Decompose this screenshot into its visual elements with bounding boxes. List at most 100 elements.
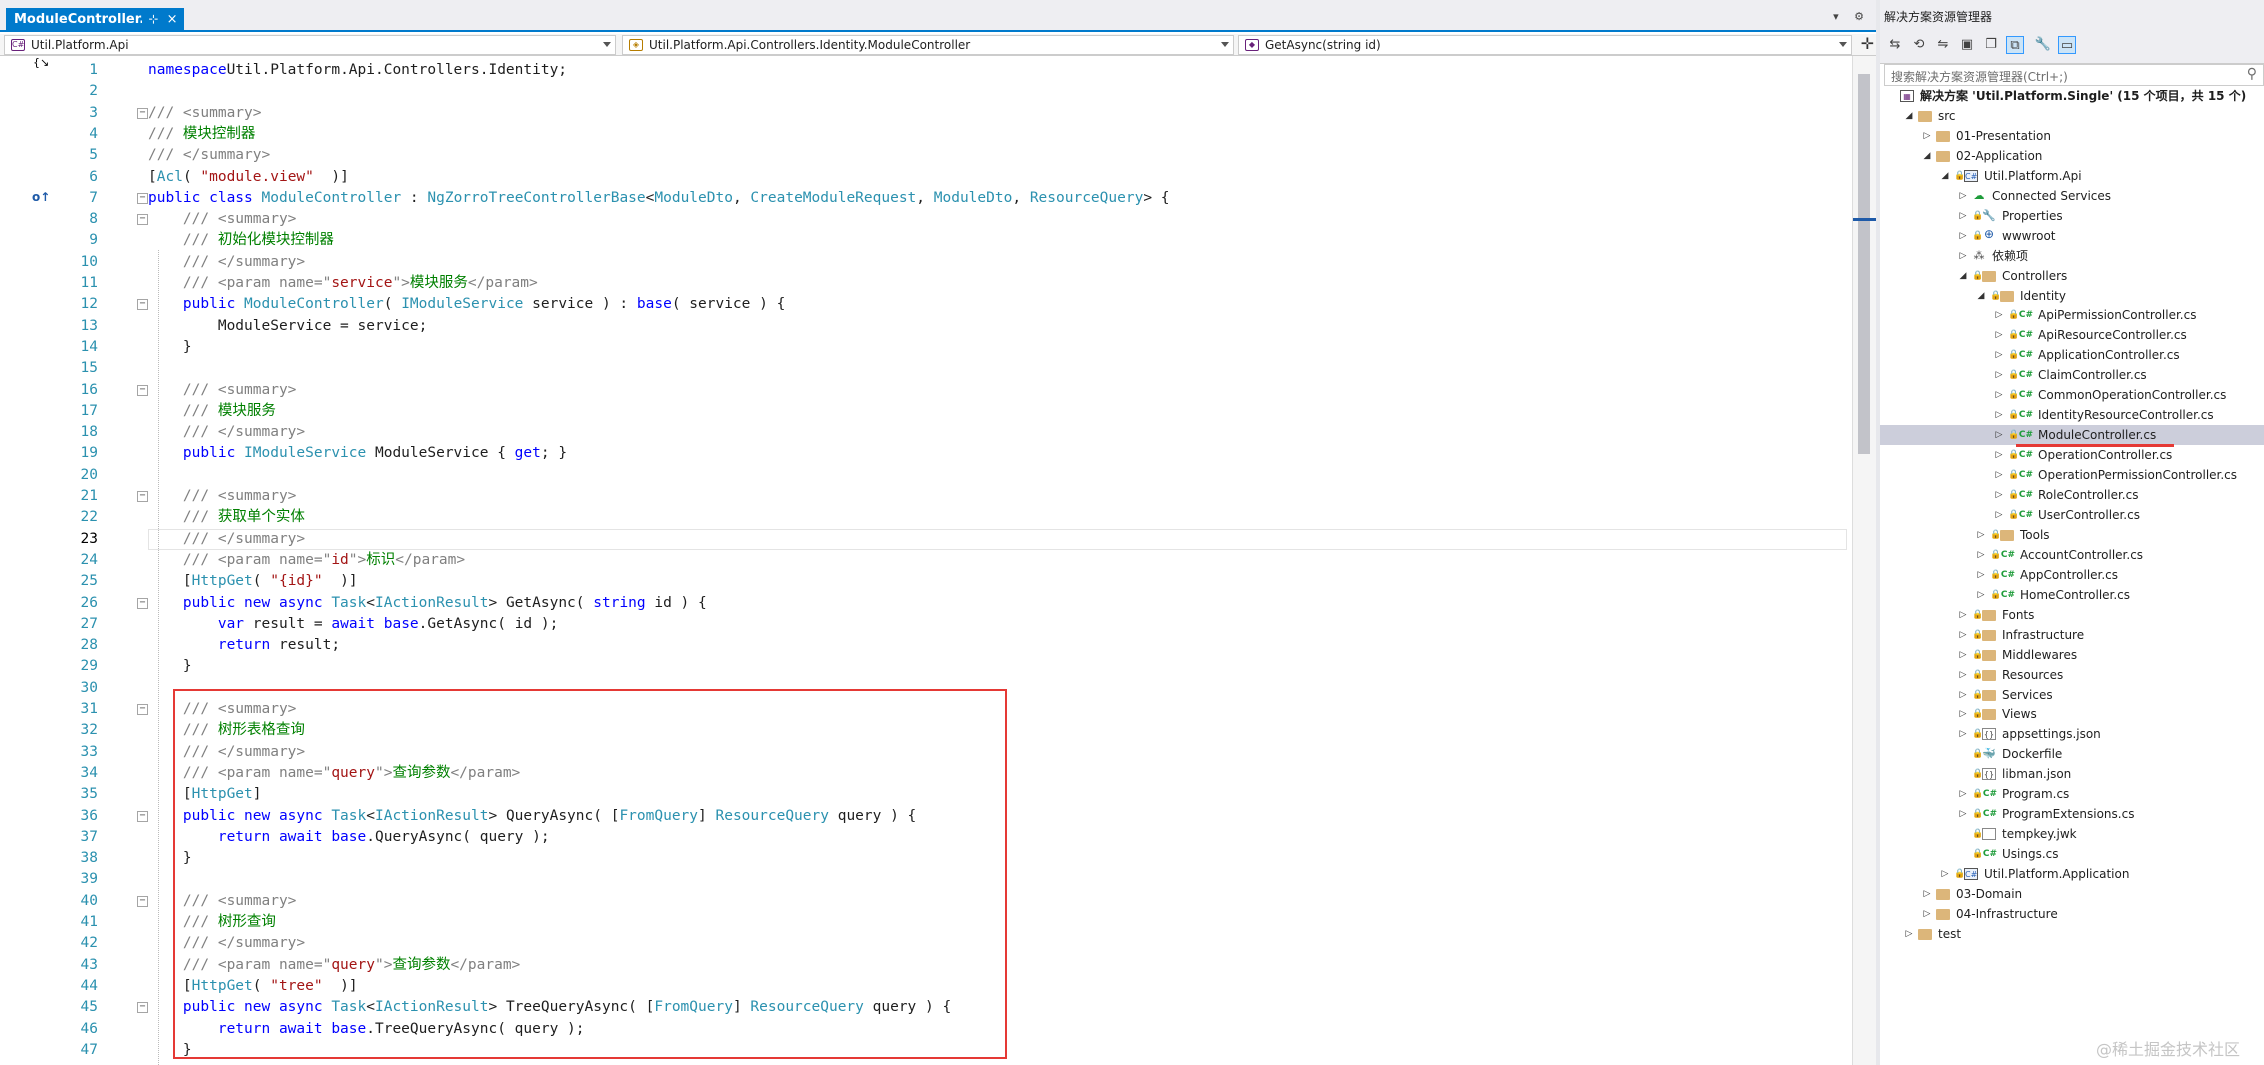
code-line[interactable]: 6 [Acl( "module.view" )] [0,167,1852,188]
preview-icon[interactable]: ▭ [2058,36,2076,54]
tree-item[interactable]: ▷ 01-Presentation [1880,126,2264,146]
tree-item[interactable]: ◢ 🔒 Identity [1880,286,2264,306]
collapsed-arrow-icon[interactable]: ▷ [1994,405,2004,425]
tree-item[interactable]: ▷ 🔒 C# AccountController.cs [1880,545,2264,565]
tree-item[interactable]: 🔒{} libman.json [1880,764,2264,784]
tree-item[interactable]: 🔒 C# Usings.cs [1880,844,2264,864]
expanded-arrow-icon[interactable]: ◢ [1958,266,1968,286]
collapsed-arrow-icon[interactable]: ▷ [1994,505,2004,525]
pin-icon[interactable]: ⊹ [147,12,161,26]
code-line[interactable]: 16 − /// <summary> [0,380,1852,401]
code-line[interactable]: 19 public IModuleService ModuleService {… [0,443,1852,464]
tree-item[interactable]: 🔒 tempkey.jwk [1880,824,2264,844]
collapsed-arrow-icon[interactable]: ▷ [1958,784,1968,804]
tree-item[interactable]: ▷ 🔒 C# OperationPermissionController.cs [1880,465,2264,485]
tree-item[interactable]: ▷ 🔒 Middlewares [1880,645,2264,665]
member-dropdown[interactable]: ◆ GetAsync(string id) [1238,35,1852,55]
tree-item[interactable]: ◢ 02-Application [1880,146,2264,166]
tree-item[interactable]: ▷ 🔒 C# UserController.cs [1880,505,2264,525]
fold-toggle-icon[interactable]: − [137,895,148,907]
fold-toggle-icon[interactable]: − [137,214,148,226]
tree-item[interactable]: ▷ 🔒 C# ApiPermissionController.cs [1880,305,2264,325]
tree-item[interactable]: ▷ 🔒 C# ProgramExtensions.cs [1880,804,2264,824]
tree-item-selected[interactable]: ▷ 🔒 C# ModuleController.cs [1880,425,2264,446]
tab-modulecontroller[interactable]: ModuleController.cs ⊹ × [6,8,184,32]
tree-item[interactable]: ▷ 🔒{} appsettings.json [1880,724,2264,744]
collapsed-arrow-icon[interactable]: ▷ [1994,385,2004,405]
split-editor-icon[interactable]: ✛ [1861,36,1874,52]
fold-toggle-icon[interactable]: − [137,1002,148,1014]
fold-toggle-icon[interactable]: − [137,384,148,396]
tree-item[interactable]: ▷ 🔒 C# CommonOperationController.cs [1880,385,2264,405]
collapsed-arrow-icon[interactable]: ▷ [1994,465,2004,485]
collapsed-arrow-icon[interactable]: ▷ [1958,665,1968,685]
code-line[interactable]: 21 − /// <summary> [0,486,1852,507]
collapsed-arrow-icon[interactable]: ▷ [1958,804,1968,824]
collapsed-arrow-icon[interactable]: ▷ [1994,305,2004,325]
tree-item[interactable]: ▷ 🔒 C# Program.cs [1880,784,2264,804]
tree-item[interactable]: ▷ ☁ Connected Services [1880,186,2264,206]
code-line[interactable]: 10 /// </summary> [0,252,1852,273]
collapsed-arrow-icon[interactable]: ▷ [1958,724,1968,744]
collapsed-arrow-icon[interactable]: ▷ [1976,565,1986,585]
code-line[interactable]: 20 [0,465,1852,486]
collapsed-arrow-icon[interactable]: ▷ [1958,704,1968,724]
close-icon[interactable]: × [165,12,179,27]
fold-toggle-icon[interactable]: − [137,810,148,822]
collapsed-arrow-icon[interactable]: ▷ [1994,425,2004,445]
code-line[interactable]: 7− public class ModuleController : NgZorr… [0,188,1852,209]
code-line[interactable]: 13 ModuleService = service; [0,316,1852,337]
code-line[interactable]: 27 var result = await base.GetAsync( id … [0,614,1852,635]
properties-icon[interactable]: 🔧 [2034,36,2052,54]
tab-overflow-icon[interactable]: ▾ ⚙ [1833,10,1870,23]
tree-item[interactable]: ▷ 🔒 Fonts [1880,605,2264,625]
collapsed-arrow-icon[interactable]: ▷ [1958,226,1968,246]
code-line[interactable]: 12 − public ModuleController( IModuleServ… [0,294,1852,315]
expanded-arrow-icon[interactable]: ◢ [1922,146,1932,166]
code-line[interactable]: 5 /// </summary> [0,145,1852,166]
code-line[interactable]: 4 /// 模块控制器 [0,124,1852,145]
code-line[interactable]: 25 [HttpGet( "{id}" )] [0,571,1852,592]
collapsed-arrow-icon[interactable]: ▷ [1958,206,1968,226]
collapsed-arrow-icon[interactable]: ▷ [1994,345,2004,365]
collapsed-arrow-icon[interactable]: ▷ [1904,924,1914,944]
collapsed-arrow-icon[interactable]: ▷ [1994,365,2004,385]
collapse-icon[interactable]: ▣ [1958,36,1976,54]
copy-icon[interactable]: ❐ [1982,36,2000,54]
tree-item[interactable]: ◢ src [1880,106,2264,126]
code-line[interactable]: 28 return result; [0,635,1852,656]
tree-item[interactable]: ▷ 🔒 🔧 Properties [1880,206,2264,226]
tree-item[interactable]: ▷ 🔒 C# OperationController.cs [1880,445,2264,465]
tree-item[interactable]: ▷ 04-Infrastructure [1880,904,2264,924]
collapsed-arrow-icon[interactable]: ▷ [1976,585,1986,605]
tree-item[interactable]: ▷ 🔒 Services [1880,685,2264,705]
collapsed-arrow-icon[interactable]: ▷ [1958,246,1968,266]
collapsed-arrow-icon[interactable]: ▷ [1994,445,2004,465]
pending-changes-icon[interactable]: ⇋ [1934,36,1952,54]
sync-icon[interactable]: ⇆ [1886,36,1904,54]
code-line[interactable]: 3 −/// <summary> [0,103,1852,124]
code-line[interactable]: 11 /// <param name="service">模块服务</param… [0,273,1852,294]
collapsed-arrow-icon[interactable]: ▷ [1922,884,1932,904]
tree-item[interactable]: ▷ 🔒 C# Util.Platform.Application [1880,864,2264,884]
tree-item[interactable]: ▷ 🔒 Tools [1880,525,2264,545]
tree-item[interactable]: ◢ 🔒 C# Util.Platform.Api [1880,166,2264,186]
tree-item[interactable]: ▷ 🔒 ⊕ wwwroot [1880,226,2264,246]
project-dropdown[interactable]: C# Util.Platform.Api [4,35,616,55]
collapsed-arrow-icon[interactable]: ▷ [1994,485,2004,505]
collapsed-arrow-icon[interactable]: ▷ [1958,605,1968,625]
code-line[interactable]: 8 − /// <summary> [0,209,1852,230]
collapsed-arrow-icon[interactable]: ▷ [1958,186,1968,206]
search-input[interactable]: 搜索解决方案资源管理器(Ctrl+;) ⚲ [1884,64,2264,86]
code-line[interactable]: 18 /// </summary> [0,422,1852,443]
fold-toggle-icon[interactable]: − [137,299,148,311]
code-line[interactable]: 9 /// 初始化模块控制器 [0,230,1852,251]
tree-item[interactable]: ▦ 解决方案 'Util.Platform.Single' (15 个项目，共 1… [1880,86,2264,106]
code-line[interactable]: 2 [0,81,1852,102]
tree-item[interactable]: ▷ 🔒 C# ClaimController.cs [1880,365,2264,385]
tree-item[interactable]: ▷ 🔒 Views [1880,704,2264,724]
history-icon[interactable]: ⟲ [1910,36,1928,54]
tree-item[interactable]: ▷ ⁂ 依赖项 [1880,246,2264,266]
code-line[interactable]: 24 /// <param name="id">标识</param> [0,550,1852,571]
tree-item[interactable]: ▷ 03-Domain [1880,884,2264,904]
